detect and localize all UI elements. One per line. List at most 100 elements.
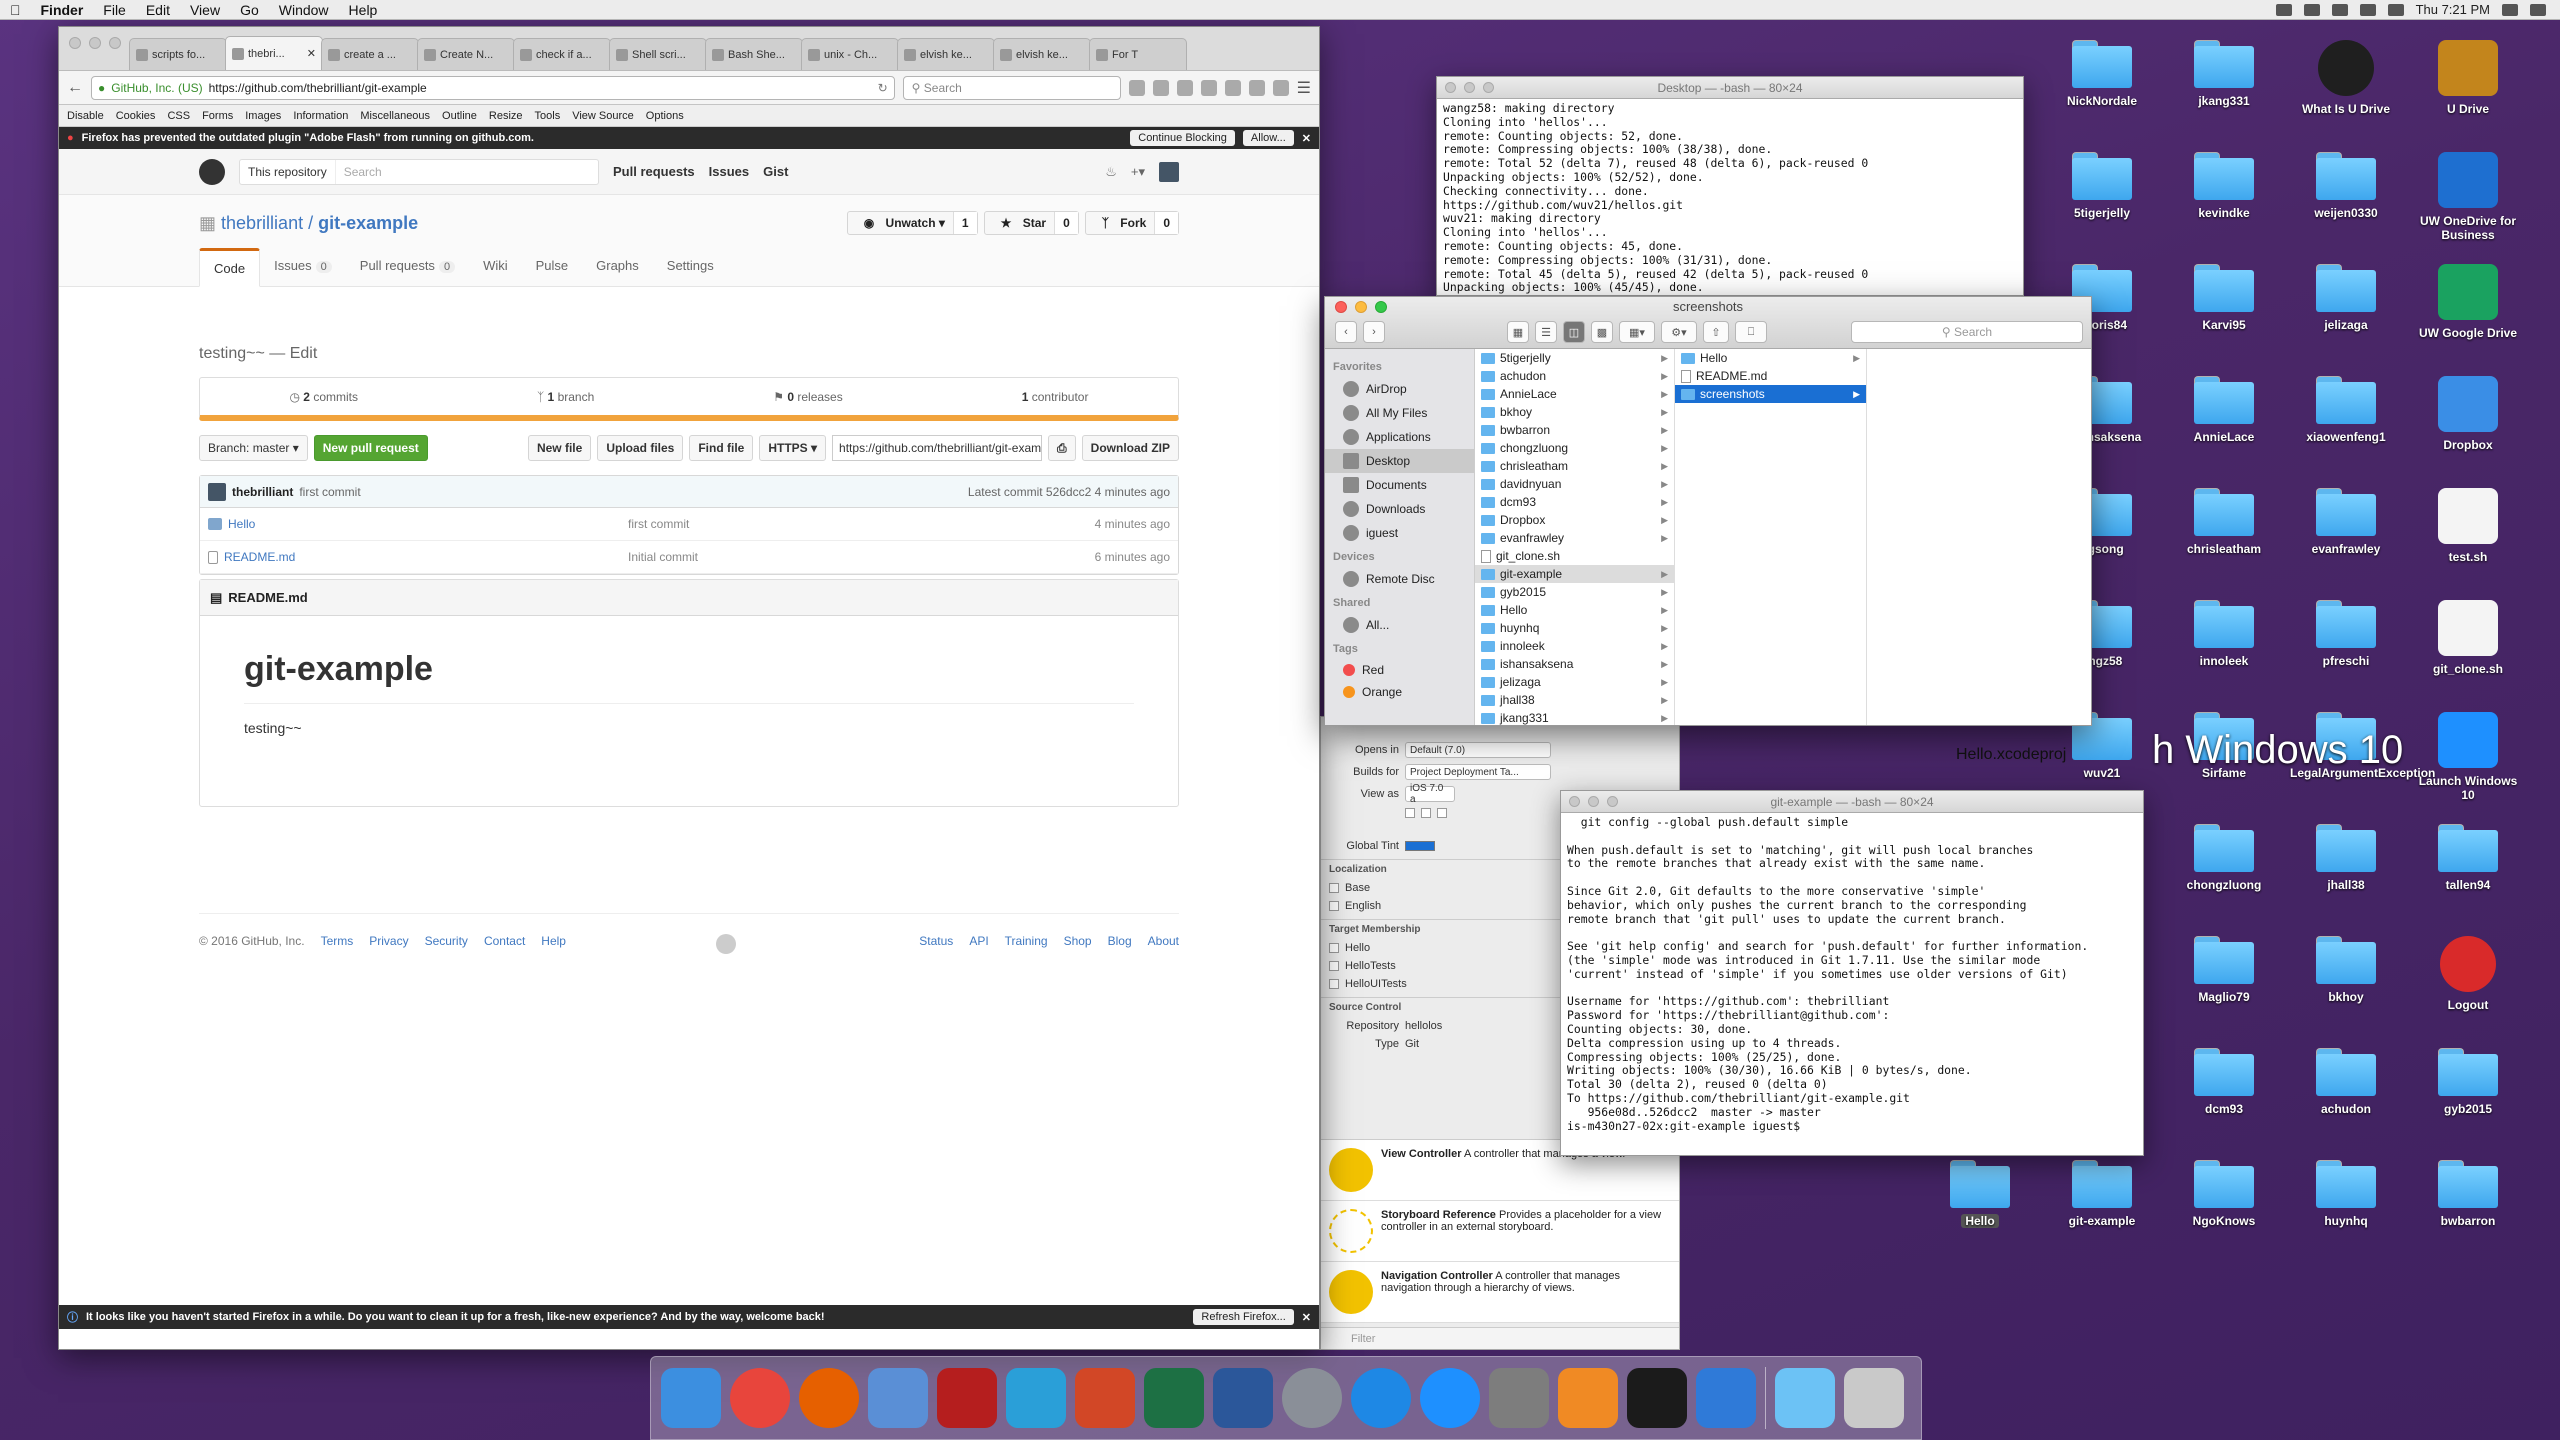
menu-view[interactable]: View xyxy=(180,2,230,18)
finder-window[interactable]: screenshots ‹ › ▦ ☰ ◫ ▩ ▦▾ ⚙▾ ⇧ ⎕ ⚲ Sear… xyxy=(1324,296,2092,726)
desktop-icon-innoleek[interactable]: innoleek xyxy=(2168,600,2280,668)
finder-row[interactable]: git-example ▶ xyxy=(1475,565,1674,583)
builds-for-select[interactable]: Project Deployment Ta... xyxy=(1405,764,1551,780)
desktop-icon-uw-onedrive-for-business[interactable]: UW OneDrive for Business xyxy=(2412,152,2524,242)
desktop-icon-evanfrawley[interactable]: evanfrawley xyxy=(2290,488,2402,556)
latest-commit-info[interactable]: Latest commit 526dcc2 4 minutes ago xyxy=(968,485,1170,499)
clone-url-input[interactable]: https://github.com/thebrilliant/git-exam… xyxy=(832,435,1043,461)
github-search[interactable]: This repository Search xyxy=(239,158,599,185)
github-logo-icon[interactable] xyxy=(199,158,225,185)
url-bar[interactable]: ● GitHub, Inc. (US) https://github.com/t… xyxy=(91,75,895,100)
powerpoint-icon[interactable] xyxy=(1075,1368,1135,1428)
close-tab-icon[interactable]: ✕ xyxy=(307,47,316,60)
file-commit-message[interactable]: Initial commit xyxy=(628,550,1095,564)
clipboard-icon[interactable]: ⎙ xyxy=(1048,435,1076,461)
devbar-menu-view-source[interactable]: View Source xyxy=(572,110,634,122)
browser-tab[interactable]: Shell scri... xyxy=(609,38,707,70)
finder-row[interactable]: Dropbox ▶ xyxy=(1475,511,1674,529)
footer-link[interactable]: About xyxy=(1148,934,1179,948)
footer-link[interactable]: Training xyxy=(1005,934,1048,948)
menu-go[interactable]: Go xyxy=(230,2,269,18)
desktop-icon-weijen0330[interactable]: weijen0330 xyxy=(2290,152,2402,220)
desktop-icon-pfreschi[interactable]: pfreschi xyxy=(2290,600,2402,668)
desktop-icon-gyb2015[interactable]: gyb2015 xyxy=(2412,1048,2524,1116)
trash-icon[interactable] xyxy=(1844,1368,1904,1428)
stat-contributors[interactable]: 1 contributor xyxy=(1022,390,1089,404)
volume-icon[interactable] xyxy=(2387,3,2404,16)
hamburger-menu-icon[interactable]: ☰ xyxy=(1297,78,1311,98)
close-button[interactable] xyxy=(69,37,81,49)
launchpad-icon[interactable] xyxy=(1282,1368,1342,1428)
finder-icon[interactable] xyxy=(661,1368,721,1428)
allow-button[interactable]: Allow... xyxy=(1242,130,1294,146)
desktop-icon-jelizaga[interactable]: jelizaga xyxy=(2290,264,2402,332)
commit-message[interactable]: first commit xyxy=(299,485,360,499)
back-button[interactable]: ‹ xyxy=(1335,321,1357,343)
finder-row[interactable]: chrisleatham ▶ xyxy=(1475,457,1674,475)
new-pull-request-button[interactable]: New pull request xyxy=(313,435,428,461)
finder-row[interactable]: jhall38 ▶ xyxy=(1475,691,1674,709)
finder-row[interactable]: Hello ▶ xyxy=(1475,601,1674,619)
terminal-titlebar[interactable]: git-example — -bash — 80×24 xyxy=(1561,791,2143,813)
branch-select-button[interactable]: Branch: master ▾ xyxy=(199,435,308,461)
finder-row[interactable]: davidnyuan ▶ xyxy=(1475,475,1674,493)
footer-link[interactable]: Status xyxy=(919,934,953,948)
minimize-button[interactable] xyxy=(1464,82,1475,93)
checkbox[interactable] xyxy=(1437,808,1447,818)
terminal-icon[interactable] xyxy=(1627,1368,1687,1428)
refresh-firefox-button[interactable]: Refresh Firefox... xyxy=(1193,1309,1294,1325)
excel-icon[interactable] xyxy=(1144,1368,1204,1428)
commit-author[interactable]: thebrilliant xyxy=(232,485,293,499)
file-row[interactable]: README.md Initial commit 6 minutes ago xyxy=(200,541,1178,574)
zoom-button[interactable] xyxy=(1375,301,1387,313)
file-name[interactable]: README.md xyxy=(224,550,295,564)
url-text[interactable]: https://github.com/thebrilliant/git-exam… xyxy=(209,81,427,95)
downloads-folder-icon[interactable] xyxy=(1775,1368,1835,1428)
menubar-clock[interactable]: Thu 7:21 PM xyxy=(2416,2,2490,17)
coverflow-view-button[interactable]: ▩ xyxy=(1591,321,1613,343)
footer-link[interactable]: Contact xyxy=(484,934,525,948)
word-icon[interactable] xyxy=(1213,1368,1273,1428)
close-button[interactable] xyxy=(1335,301,1347,313)
sidebar-item-remote-disc[interactable]: Remote Disc xyxy=(1325,567,1474,591)
chrome-icon[interactable] xyxy=(730,1368,790,1428)
desktop-icon-bwbarron[interactable]: bwbarron xyxy=(2412,1160,2524,1228)
browser-tab[interactable]: elvish ke... xyxy=(897,38,995,70)
sidebar-tag-red[interactable]: Red xyxy=(1325,659,1474,681)
notification-center-icon[interactable] xyxy=(2530,3,2546,16)
close-icon[interactable]: ✕ xyxy=(1302,1311,1311,1324)
footer-link[interactable]: Shop xyxy=(1064,934,1092,948)
finder-row[interactable]: achudon ▶ xyxy=(1475,367,1674,385)
nav-issues[interactable]: Issues xyxy=(709,164,749,179)
share-button[interactable]: ⇧ xyxy=(1703,321,1729,343)
checkbox-hellouitests-target[interactable] xyxy=(1329,979,1339,989)
finder-row[interactable]: bwbarron ▶ xyxy=(1475,421,1674,439)
browser-tab[interactable]: unix - Ch... xyxy=(801,38,899,70)
menu-edit[interactable]: Edit xyxy=(136,2,180,18)
new-file-button[interactable]: New file xyxy=(527,435,592,461)
repo-owner-link[interactable]: thebrilliant xyxy=(221,213,303,233)
desktop-icon-ngoknows[interactable]: NgoKnows xyxy=(2168,1160,2280,1228)
browser-tab[interactable]: For T xyxy=(1089,38,1187,70)
arrange-button[interactable]: ▦▾ xyxy=(1619,321,1655,343)
devbar-menu-options[interactable]: Options xyxy=(646,110,684,122)
column-view-button[interactable]: ◫ xyxy=(1563,321,1585,343)
footer-link[interactable]: Security xyxy=(425,934,468,948)
xcode-icon[interactable] xyxy=(1696,1368,1756,1428)
stat-commits[interactable]: ◷ 2 commits xyxy=(289,390,358,404)
xcode-tools-icon[interactable] xyxy=(868,1368,928,1428)
footer-link[interactable]: Help xyxy=(541,934,566,948)
repo-name-link[interactable]: git-example xyxy=(318,213,418,233)
desktop-icon-git-example[interactable]: git-example xyxy=(2046,1160,2158,1228)
repo-tab-pulse[interactable]: Pulse xyxy=(522,248,583,287)
browser-tab[interactable]: scripts fo... xyxy=(129,38,227,70)
sublime-icon[interactable] xyxy=(1558,1368,1618,1428)
menu-help[interactable]: Help xyxy=(339,2,388,18)
chat-icon[interactable] xyxy=(1248,79,1265,96)
desktop-icon-git-clone-sh[interactable]: git_clone.sh xyxy=(2412,600,2524,676)
extension-icon[interactable] xyxy=(1272,79,1289,96)
minimize-button[interactable] xyxy=(1588,796,1599,807)
sidebar-item-all-my-files[interactable]: All My Files xyxy=(1325,401,1474,425)
desktop-icon-logout[interactable]: Logout xyxy=(2412,936,2524,1012)
checkbox-english[interactable] xyxy=(1329,901,1339,911)
